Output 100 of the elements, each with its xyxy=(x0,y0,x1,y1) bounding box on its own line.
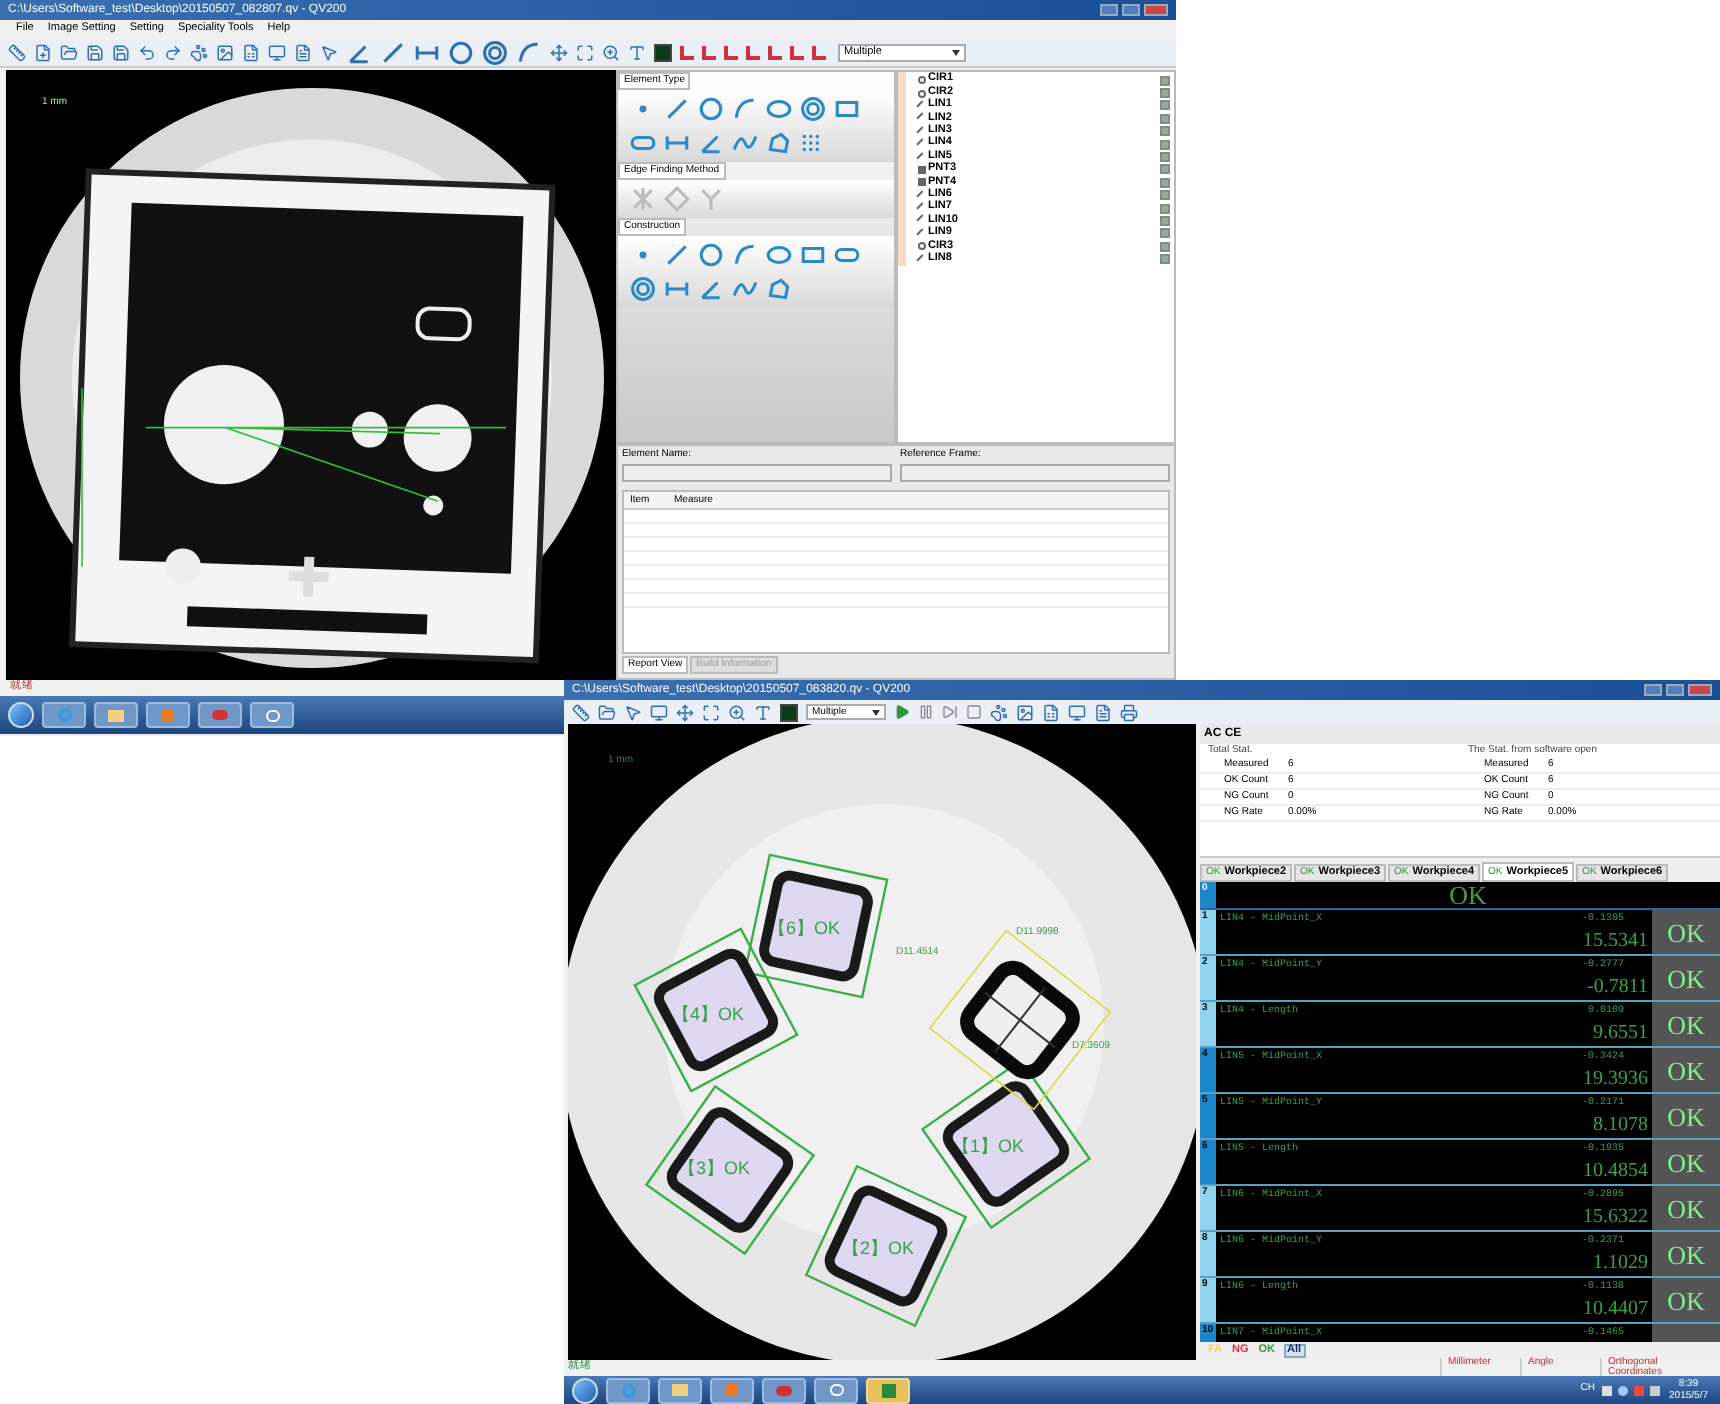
polygon-icon[interactable] xyxy=(766,276,792,302)
start-button[interactable] xyxy=(572,1377,598,1403)
monitor-icon[interactable] xyxy=(650,703,668,721)
ruler-icon[interactable] xyxy=(8,44,26,62)
visibility-checkbox[interactable] xyxy=(1160,88,1170,99)
curve-icon[interactable] xyxy=(732,130,758,156)
line-icon[interactable] xyxy=(664,242,690,268)
paw-icon[interactable] xyxy=(990,703,1008,721)
arc-icon[interactable] xyxy=(732,96,758,122)
fit-icon[interactable] xyxy=(702,703,720,721)
save-icon[interactable] xyxy=(86,44,104,62)
folder-icon[interactable] xyxy=(598,703,616,721)
visibility-checkbox[interactable] xyxy=(1160,113,1170,124)
save-as-icon[interactable] xyxy=(112,44,130,62)
line-icon xyxy=(916,253,928,265)
slot-icon[interactable] xyxy=(834,242,860,268)
slot-icon[interactable] xyxy=(630,130,656,156)
spreadsheet-app-icon[interactable] xyxy=(866,1377,910,1403)
pause-icon[interactable] xyxy=(918,704,934,720)
move-icon[interactable] xyxy=(550,44,568,62)
visibility-checkbox[interactable] xyxy=(1160,228,1170,239)
move-icon[interactable] xyxy=(676,703,694,721)
fit-icon[interactable] xyxy=(576,44,594,62)
angle-icon[interactable] xyxy=(698,130,724,156)
circle-icon[interactable] xyxy=(448,40,474,66)
curve-icon[interactable] xyxy=(732,276,758,302)
visibility-checkbox[interactable] xyxy=(1160,75,1170,86)
monitor-icon[interactable] xyxy=(268,44,286,62)
line-icon[interactable] xyxy=(380,40,406,66)
undo-icon[interactable] xyxy=(138,44,156,62)
spreadsheet-icon[interactable] xyxy=(242,44,260,62)
reference-frame-field[interactable] xyxy=(900,464,1170,482)
visibility-checkbox[interactable] xyxy=(1160,139,1170,150)
ellipse-icon[interactable] xyxy=(766,96,792,122)
close-button[interactable] xyxy=(1144,4,1168,16)
folder-icon[interactable] xyxy=(60,44,78,62)
printer-icon[interactable] xyxy=(1120,703,1138,721)
visibility-checkbox[interactable] xyxy=(1160,177,1170,188)
visibility-checkbox[interactable] xyxy=(1160,215,1170,226)
angle-icon[interactable] xyxy=(346,40,372,66)
ring-icon[interactable] xyxy=(800,96,826,122)
stop-icon[interactable] xyxy=(966,704,982,720)
visibility-checkbox[interactable] xyxy=(1160,152,1170,163)
line-icon[interactable] xyxy=(664,96,690,122)
measured-value: 8.1078 xyxy=(1593,1116,1648,1139)
measured-value: 10.4407 xyxy=(1583,1300,1648,1323)
document-icon[interactable] xyxy=(294,44,312,62)
visibility-checkbox[interactable] xyxy=(1160,203,1170,214)
play-icon[interactable] xyxy=(894,704,910,720)
new-file-icon[interactable] xyxy=(34,44,52,62)
result-text: OK xyxy=(1667,919,1705,946)
pointer-icon[interactable] xyxy=(320,44,338,62)
document-icon[interactable] xyxy=(1094,703,1112,721)
zoom-icon[interactable] xyxy=(728,703,746,721)
pointer-icon[interactable] xyxy=(624,703,642,721)
paw-icon[interactable] xyxy=(190,44,208,62)
circle-icon[interactable] xyxy=(698,242,724,268)
visibility-checkbox[interactable] xyxy=(1160,254,1170,265)
folder-icon[interactable] xyxy=(658,1377,702,1403)
result-text: OK xyxy=(1667,1195,1705,1222)
visibility-checkbox[interactable] xyxy=(1160,126,1170,137)
network-icon[interactable] xyxy=(814,1377,858,1403)
arc-icon[interactable] xyxy=(732,242,758,268)
arc-icon[interactable] xyxy=(516,40,542,66)
ruler-icon[interactable] xyxy=(572,703,590,721)
point-icon xyxy=(918,165,926,174)
ellipse-icon[interactable] xyxy=(766,242,792,268)
text-icon[interactable] xyxy=(628,44,646,62)
image-icon[interactable] xyxy=(216,44,234,62)
image-icon[interactable] xyxy=(1016,703,1034,721)
result-text: OK xyxy=(1667,1103,1705,1130)
close-button[interactable] xyxy=(1688,684,1712,696)
camera-icon[interactable] xyxy=(780,703,798,721)
app-icon[interactable] xyxy=(762,1377,806,1403)
rectangle-icon[interactable] xyxy=(800,242,826,268)
spreadsheet-icon[interactable] xyxy=(1042,703,1060,721)
ring-icon[interactable] xyxy=(482,40,508,66)
visibility-checkbox[interactable] xyxy=(1160,100,1170,111)
workpiece-label: 【1】OK xyxy=(952,1138,1025,1156)
polygon-icon[interactable] xyxy=(766,130,792,156)
step-icon[interactable] xyxy=(942,704,958,720)
text-icon[interactable] xyxy=(754,703,772,721)
ring-icon[interactable] xyxy=(630,276,656,302)
visibility-checkbox[interactable] xyxy=(1160,190,1170,201)
media-player-icon[interactable] xyxy=(710,1377,754,1403)
redo-icon[interactable] xyxy=(164,44,182,62)
visibility-checkbox[interactable] xyxy=(1160,164,1170,175)
rectangle-icon[interactable] xyxy=(834,96,860,122)
start-button[interactable] xyxy=(8,702,34,728)
app-icon[interactable] xyxy=(198,702,242,728)
folder-icon[interactable] xyxy=(94,702,138,728)
element-name-field[interactable] xyxy=(622,464,892,482)
zoom-icon[interactable] xyxy=(602,44,620,62)
speaker-icon[interactable] xyxy=(1649,1385,1660,1395)
result-text: OK xyxy=(1667,1149,1705,1176)
circle-icon[interactable] xyxy=(698,96,724,122)
monitor-icon[interactable] xyxy=(1068,703,1086,721)
network-icon[interactable] xyxy=(250,702,294,728)
angle-icon[interactable] xyxy=(698,276,724,302)
visibility-checkbox[interactable] xyxy=(1160,241,1170,252)
